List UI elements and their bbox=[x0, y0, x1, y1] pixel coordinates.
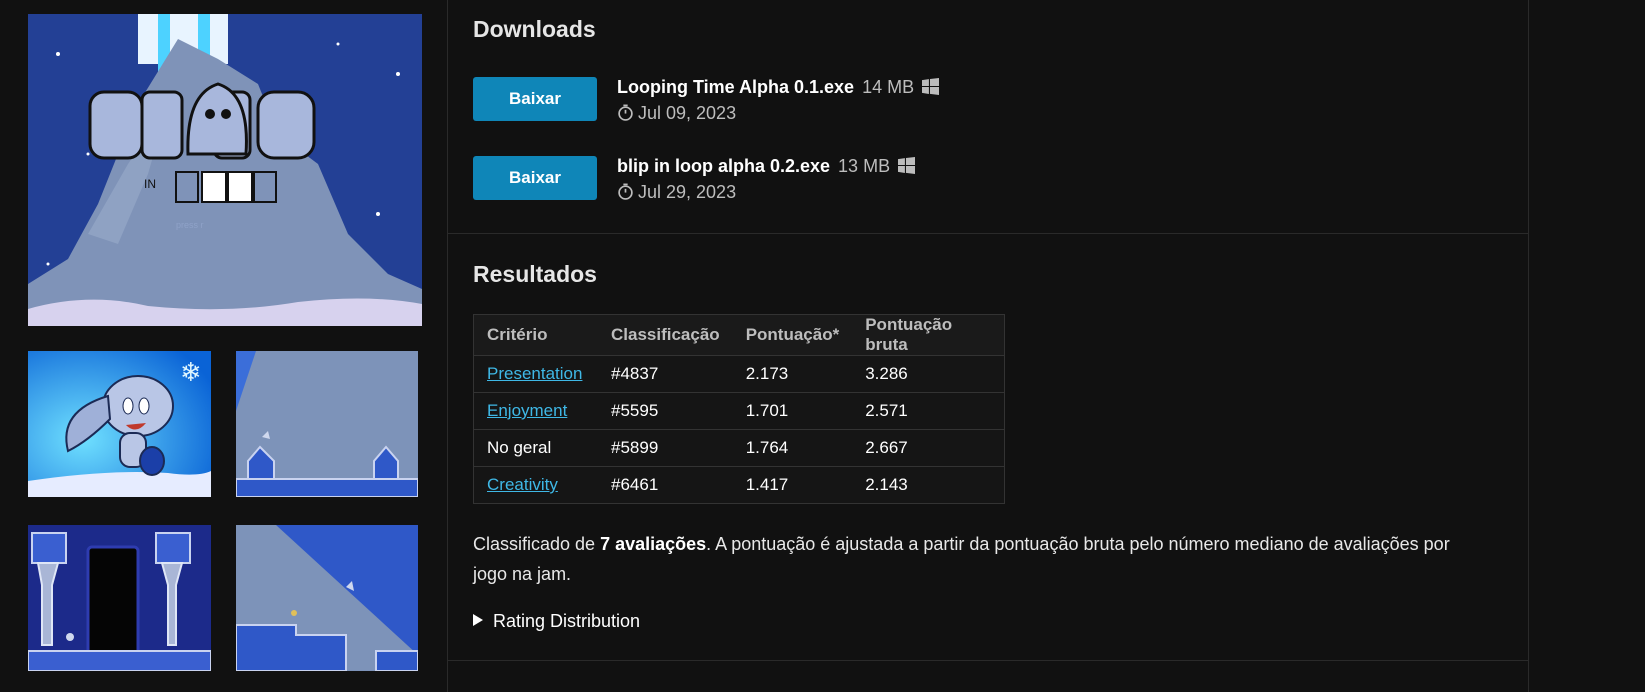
table-row: Presentation #4837 2.173 3.286 bbox=[473, 355, 1005, 393]
windows-icon bbox=[898, 157, 916, 179]
note-ratings-count: 7 avaliações bbox=[600, 534, 707, 554]
cover-press-text: press r bbox=[176, 220, 204, 230]
rating-distribution-toggle[interactable]: Rating Distribution bbox=[473, 611, 640, 632]
windows-icon bbox=[922, 78, 940, 100]
header-score: Pontuação* bbox=[732, 314, 853, 356]
downloads-title: Downloads bbox=[473, 16, 596, 42]
raw-score-cell: 2.571 bbox=[852, 392, 1005, 430]
cover-logo-in: IN bbox=[144, 177, 156, 191]
file-date-row: Jul 09, 2023 bbox=[617, 103, 939, 124]
download-button[interactable]: Baixar bbox=[473, 77, 597, 121]
file-name: Looping Time Alpha 0.1.exe bbox=[617, 77, 855, 97]
file-size: 14 MB bbox=[862, 77, 915, 97]
raw-score-cell: 3.286 bbox=[852, 355, 1005, 393]
stopwatch-icon bbox=[618, 104, 633, 121]
table-row: Enjoyment #5595 1.701 2.571 bbox=[473, 392, 1005, 430]
file-date: Jul 29, 2023 bbox=[638, 182, 737, 202]
rank-cell: #6461 bbox=[598, 466, 733, 504]
rank-cell: #5899 bbox=[598, 429, 733, 467]
svg-text:❄: ❄ bbox=[180, 358, 202, 388]
header-raw-score: Pontuação bruta bbox=[852, 314, 1005, 356]
rank-cell: #5595 bbox=[598, 392, 733, 430]
stopwatch-icon bbox=[618, 183, 633, 200]
score-cell: 1.764 bbox=[732, 429, 853, 467]
results-section: Resultados Critério Classificação Pontua… bbox=[448, 234, 1528, 661]
criterion-cell: Enjoyment bbox=[473, 392, 598, 430]
header-criterion: Critério bbox=[473, 314, 598, 356]
raw-score-cell: 2.667 bbox=[852, 429, 1005, 467]
file-name: blip in loop alpha 0.2.exe bbox=[617, 156, 831, 176]
table-row: Creativity #6461 1.417 2.143 bbox=[473, 466, 1005, 504]
screenshot-cover[interactable]: IN press r BLIP LOOP bbox=[28, 14, 422, 326]
main-content: Downloads Baixar Looping Time Alpha 0.1.… bbox=[447, 0, 1529, 692]
file-info: Looping Time Alpha 0.1.exe 14 MB Jul 09, … bbox=[617, 77, 940, 124]
rank-cell: #4837 bbox=[598, 355, 733, 393]
table-row: No geral #5899 1.764 2.667 bbox=[473, 429, 1005, 467]
results-title: Resultados bbox=[473, 261, 597, 287]
score-cell: 1.417 bbox=[732, 466, 853, 504]
raw-score-cell: 2.143 bbox=[852, 466, 1005, 504]
screenshot-thumb-2[interactable] bbox=[236, 351, 418, 497]
note-prefix: Classificado de bbox=[473, 534, 601, 554]
file-size: 13 MB bbox=[838, 156, 891, 176]
ratings-note: Classificado de 7 avaliações. A pontuaçã… bbox=[473, 529, 1473, 589]
criterion-cell: Creativity bbox=[473, 466, 598, 504]
screenshot-thumb-4[interactable] bbox=[236, 525, 418, 671]
rating-distribution-label: Rating Distribution bbox=[493, 611, 641, 631]
criterion-link[interactable]: Enjoyment bbox=[487, 401, 567, 420]
screenshot-thumb-1[interactable]: ❄ bbox=[28, 351, 211, 497]
screenshot-gallery: IN press r BLIP LOOP ❄ bbox=[28, 14, 422, 674]
criterion-cell: No geral bbox=[473, 429, 598, 467]
criterion-link[interactable]: Presentation bbox=[487, 364, 582, 383]
file-date-row: Jul 29, 2023 bbox=[617, 182, 915, 203]
file-date: Jul 09, 2023 bbox=[638, 103, 737, 123]
score-cell: 1.701 bbox=[732, 392, 853, 430]
criterion-cell: Presentation bbox=[473, 355, 598, 393]
header-rank: Classificação bbox=[598, 314, 733, 356]
ratings-table: Critério Classificação Pontuação* Pontua… bbox=[473, 314, 1006, 504]
score-cell: 2.173 bbox=[732, 355, 853, 393]
screenshot-thumb-3[interactable] bbox=[28, 525, 211, 671]
download-button[interactable]: Baixar bbox=[473, 156, 597, 200]
disclosure-triangle-icon bbox=[473, 614, 483, 626]
downloads-section: Downloads Baixar Looping Time Alpha 0.1.… bbox=[448, 0, 1528, 234]
file-info: blip in loop alpha 0.2.exe 13 MB Jul 29, … bbox=[617, 156, 916, 203]
table-header-row: Critério Classificação Pontuação* Pontua… bbox=[473, 314, 1005, 356]
criterion-link[interactable]: Creativity bbox=[487, 475, 558, 494]
